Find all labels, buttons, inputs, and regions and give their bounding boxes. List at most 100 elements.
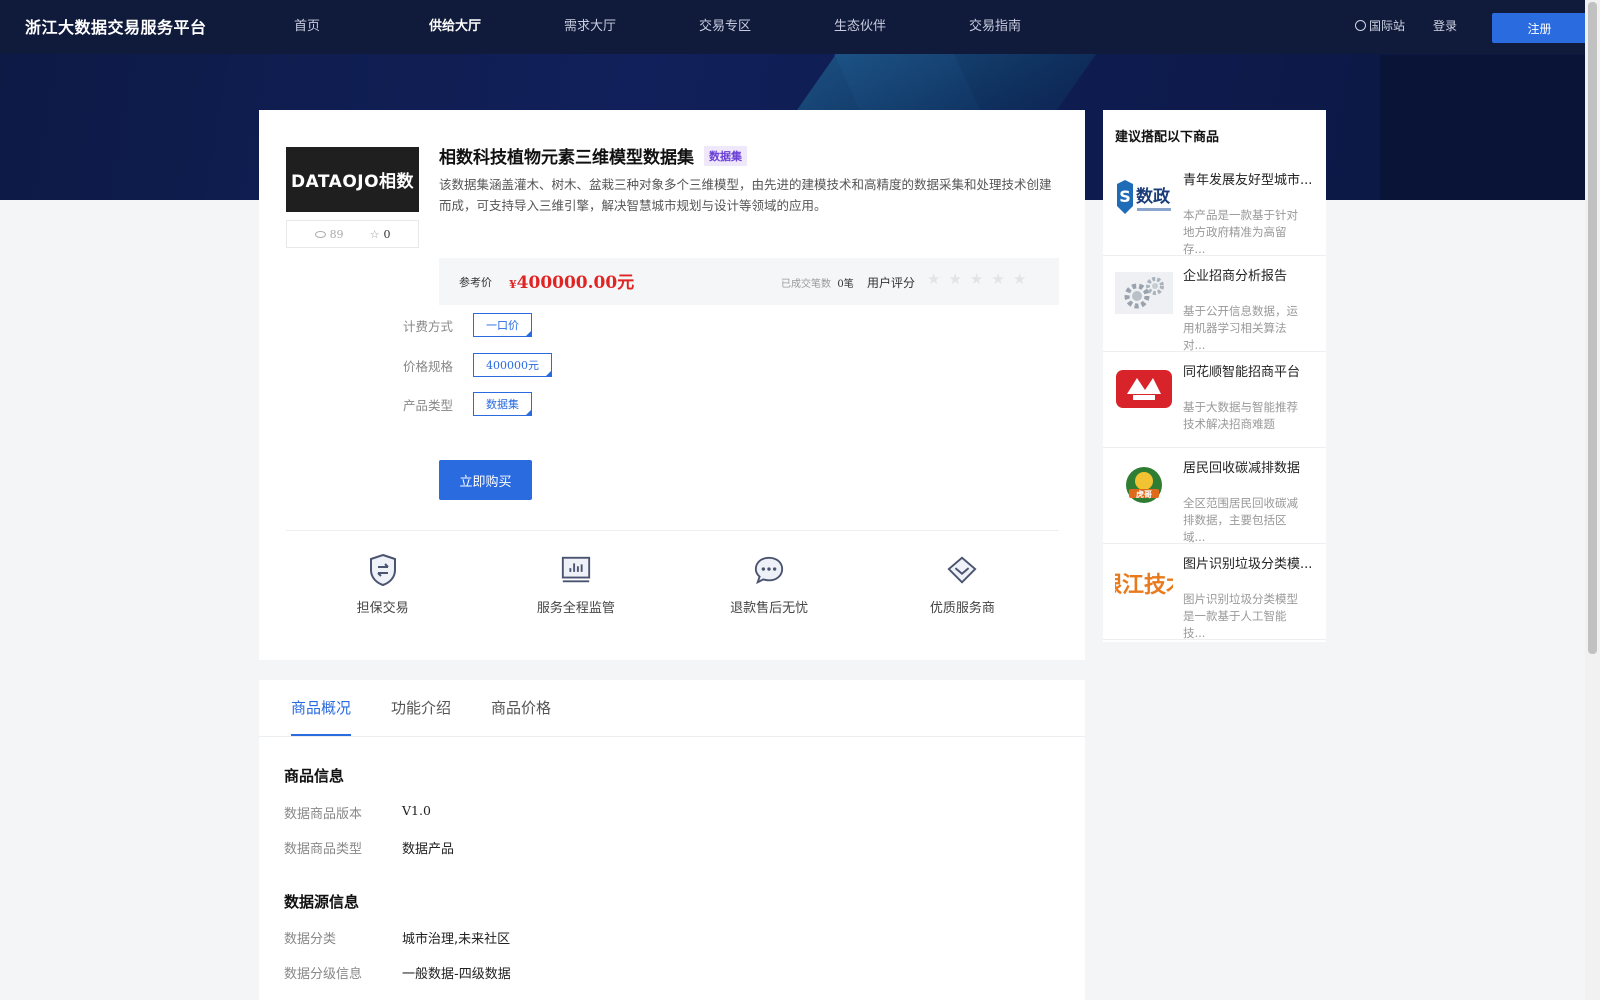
chat-bubble-icon bbox=[753, 552, 785, 588]
scrollbar-thumb[interactable] bbox=[1588, 2, 1597, 654]
recommended-item-desc: 图片识别垃圾分类模型是一款基于人工智能技... bbox=[1183, 592, 1298, 640]
page-scrollbar[interactable] bbox=[1585, 0, 1600, 1000]
feature-supervision: 服务全程监管 bbox=[501, 550, 651, 640]
tabs-divider bbox=[259, 736, 1085, 737]
guarantee-features: 担保交易 服务全程监管 退款售后无忧 优质服务商 bbox=[286, 550, 1059, 640]
feature-quality-provider: 优质服务商 bbox=[887, 550, 1037, 640]
tab-pricing[interactable]: 商品价格 bbox=[491, 680, 551, 736]
tab-overview[interactable]: 商品概况 bbox=[291, 680, 352, 736]
rating-label: 用户评分 bbox=[867, 276, 916, 290]
brand-logo[interactable]: 浙江大数据交易服务平台 bbox=[25, 14, 207, 38]
option-product-type: 产品类型 数据集 bbox=[403, 392, 532, 416]
buy-now-button[interactable]: 立即购买 bbox=[439, 460, 532, 500]
section-title-product-info: 商品信息 bbox=[284, 767, 345, 785]
svg-text:虎哥: 虎哥 bbox=[1136, 489, 1152, 499]
shuzheng-logo: S 数政 bbox=[1115, 176, 1173, 218]
recommended-item-name: 同花顺智能招商平台 bbox=[1183, 365, 1301, 380]
tonghuashun-logo bbox=[1115, 368, 1173, 410]
recommended-item[interactable]: 企业招商分析报告 基于公开信息数据，运用机器学习相关算法对... bbox=[1103, 256, 1326, 352]
nav-item-partners[interactable]: 生态伙伴 bbox=[834, 0, 969, 54]
info-row: 数据分类 城市治理,未来社区 bbox=[284, 928, 510, 947]
detail-tabs: 商品概况 功能介绍 商品价格 bbox=[291, 680, 551, 736]
info-value: 一般数据-四级数据 bbox=[402, 967, 511, 982]
star-icon: ★ bbox=[969, 270, 984, 288]
info-key: 数据商品类型 bbox=[284, 842, 363, 857]
recommended-item-name: 居民回收碳减排数据 bbox=[1183, 461, 1301, 476]
recommended-item-name: 青年发展友好型城市... bbox=[1183, 173, 1313, 188]
nav-item-trade-zone[interactable]: 交易专区 bbox=[699, 0, 834, 54]
eye-icon bbox=[314, 230, 326, 238]
recommended-item[interactable]: S 数政 青年发展友好型城市... 本产品是一款基于针对地方政府精准为高留存... bbox=[1103, 160, 1326, 256]
price-value: ¥400000.00元 bbox=[509, 268, 634, 293]
svg-text:S: S bbox=[1119, 187, 1131, 206]
views-count: 89 bbox=[329, 227, 344, 241]
product-tag: 数据集 bbox=[704, 145, 747, 166]
recommended-item[interactable]: 虎哥 居民回收碳减排数据 全区范围居民回收碳减排数据，主要包括区域... bbox=[1103, 448, 1326, 544]
product-card: DATAOJO相数 89 ☆ 0 相数科技植物元素三维模型数据集 数据集 该数据… bbox=[259, 110, 1085, 660]
hero-decor bbox=[1380, 55, 1585, 200]
globe-icon bbox=[1355, 20, 1366, 31]
login-link[interactable]: 登录 bbox=[1433, 17, 1457, 34]
star-outline-icon: ☆ bbox=[369, 227, 380, 241]
recommended-item-desc: 全区范围居民回收碳减排数据，主要包括区域... bbox=[1183, 496, 1298, 544]
recommended-item[interactable]: 银江技术 图片识别垃圾分类模... 图片识别垃圾分类模型是一款基于人工智能技..… bbox=[1103, 544, 1326, 640]
favorites-stat[interactable]: ☆ 0 bbox=[370, 228, 391, 241]
star-icon: ★ bbox=[927, 270, 941, 288]
option-value-price-spec[interactable]: 400000元 bbox=[473, 353, 552, 377]
feature-label: 服务全程监管 bbox=[536, 601, 615, 616]
sidebar-title: 建议搭配以下商品 bbox=[1115, 130, 1220, 145]
feature-escrow: 担保交易 bbox=[308, 550, 458, 640]
price-bar: 参考价 ¥400000.00元 已成交笔数 0笔 用户评分 ★ ★ ★ ★ ★ bbox=[439, 258, 1059, 305]
tab-features[interactable]: 功能介绍 bbox=[391, 680, 451, 736]
feature-label: 退款售后无忧 bbox=[730, 601, 809, 616]
price-label: 参考价 bbox=[459, 276, 492, 289]
divider bbox=[286, 530, 1059, 531]
recommended-item-desc: 基于公开信息数据，运用机器学习相关算法对... bbox=[1183, 304, 1298, 352]
deals-label: 已成交笔数 bbox=[781, 279, 831, 290]
info-value: V1.0 bbox=[402, 803, 431, 818]
top-nav: 浙江大数据交易服务平台 首页 供给大厅 需求大厅 交易专区 生态伙伴 交易指南 … bbox=[0, 0, 1587, 54]
option-value-billing[interactable]: 一口价 bbox=[473, 313, 532, 337]
recommended-item-name: 企业招商分析报告 bbox=[1183, 269, 1288, 284]
option-label: 价格规格 bbox=[403, 358, 454, 374]
nav-item-demand-hall[interactable]: 需求大厅 bbox=[564, 0, 699, 54]
option-billing: 计费方式 一口价 bbox=[403, 313, 532, 337]
product-logo: DATAOJO相数 bbox=[286, 147, 419, 212]
product-details: 商品概况 功能介绍 商品价格 商品信息 数据商品版本 V1.0 数据商品类型 数… bbox=[259, 680, 1085, 1000]
info-row: 数据商品版本 V1.0 bbox=[284, 803, 431, 822]
option-price-spec: 价格规格 400000元 bbox=[403, 353, 552, 377]
info-value: 城市治理,未来社区 bbox=[402, 932, 511, 947]
main-nav: 首页 供给大厅 需求大厅 交易专区 生态伙伴 交易指南 bbox=[294, 0, 1104, 54]
favorites-count: 0 bbox=[383, 227, 391, 241]
recommended-item-desc: 本产品是一款基于针对地方政府精准为高留存... bbox=[1183, 208, 1298, 256]
option-label: 计费方式 bbox=[403, 318, 454, 334]
nav-item-home[interactable]: 首页 bbox=[294, 0, 429, 54]
rating-stars: ★ ★ ★ ★ ★ bbox=[927, 270, 1026, 288]
star-icon: ★ bbox=[948, 270, 962, 288]
product-stats: 89 ☆ 0 bbox=[286, 220, 419, 248]
feature-refund: 退款售后无忧 bbox=[694, 550, 844, 640]
hupo-logo: 虎哥 bbox=[1115, 464, 1173, 506]
option-value-product-type[interactable]: 数据集 bbox=[473, 392, 532, 416]
shield-exchange-icon bbox=[367, 552, 399, 588]
feature-label: 担保交易 bbox=[356, 601, 409, 616]
intl-site-label: 国际站 bbox=[1369, 19, 1406, 33]
nav-item-guide[interactable]: 交易指南 bbox=[969, 0, 1104, 54]
deals-count: 0笔 bbox=[837, 279, 854, 290]
info-key: 数据分类 bbox=[284, 932, 337, 947]
recommended-item-desc: 基于大数据与智能推荐技术解决招商难题 bbox=[1183, 400, 1298, 431]
star-icon: ★ bbox=[991, 270, 1005, 288]
feature-label: 优质服务商 bbox=[929, 601, 995, 616]
monitor-chart-icon bbox=[560, 552, 592, 588]
register-button[interactable]: 注册 bbox=[1492, 13, 1587, 43]
section-title-data-source: 数据源信息 bbox=[284, 893, 360, 911]
deals-info: 已成交笔数 0笔 bbox=[781, 275, 854, 290]
nav-item-supply-hall[interactable]: 供给大厅 bbox=[429, 0, 564, 54]
star-icon: ★ bbox=[1012, 270, 1027, 288]
product-title-text: 相数科技植物元素三维模型数据集 bbox=[439, 148, 694, 168]
info-key: 数据商品版本 bbox=[284, 807, 363, 822]
info-value: 数据产品 bbox=[402, 842, 455, 857]
intl-site-link[interactable]: 国际站 bbox=[1355, 17, 1405, 34]
recommended-item[interactable]: 同花顺智能招商平台 基于大数据与智能推荐技术解决招商难题 bbox=[1103, 352, 1326, 448]
views-stat: 89 bbox=[314, 227, 344, 241]
